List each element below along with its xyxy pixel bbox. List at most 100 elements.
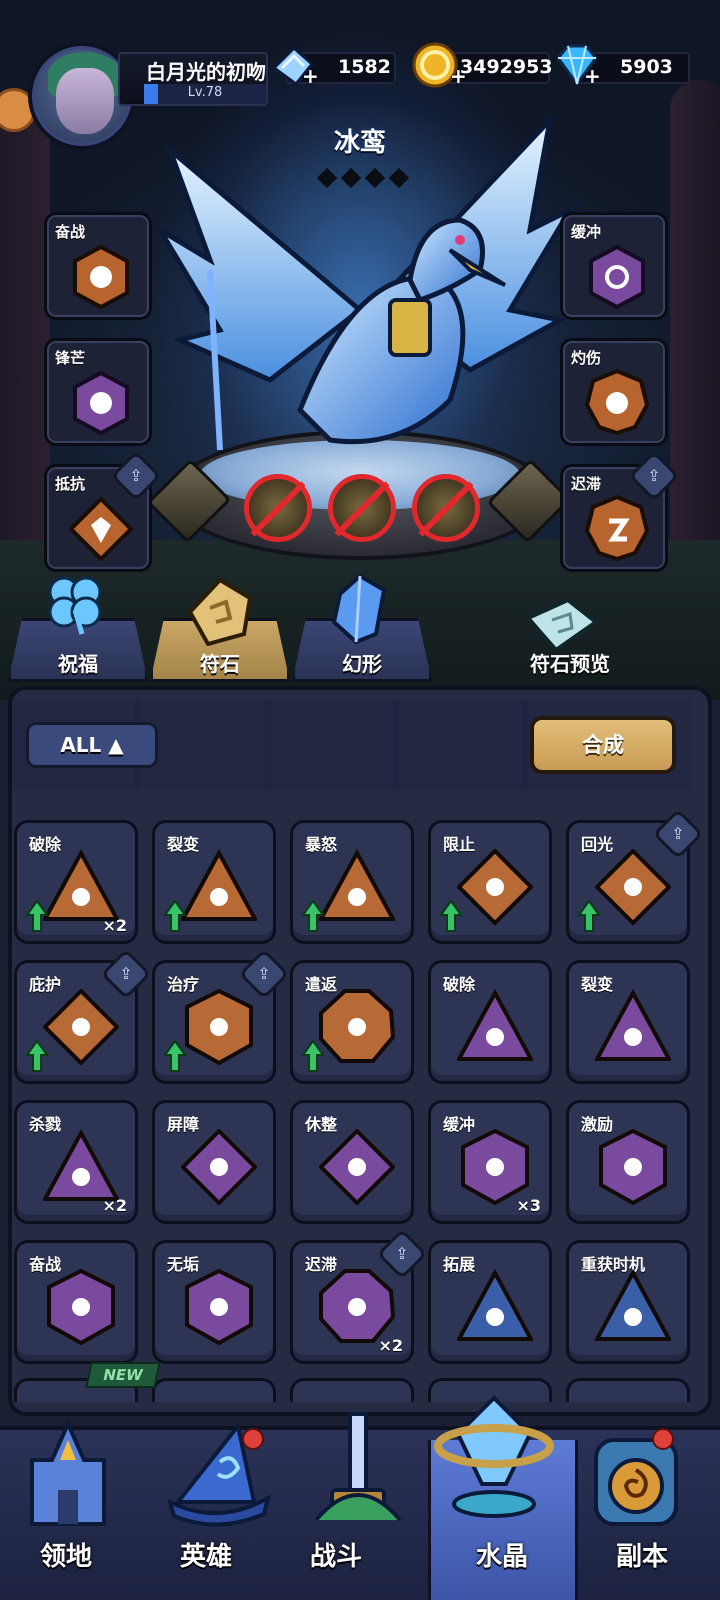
- filter-all-button[interactable]: ALL ▲: [26, 722, 158, 768]
- rune-cell[interactable]: 限止: [428, 820, 552, 944]
- buffer-rune-icon: [589, 245, 645, 309]
- star-icon: [340, 167, 362, 189]
- rune-slot-left-2[interactable]: 锋芒: [44, 338, 152, 446]
- rune-cell[interactable]: 裂变: [152, 820, 276, 944]
- upgrade-arrow-icon: [25, 1039, 49, 1072]
- rune-stone-icon: [187, 578, 253, 646]
- nav-dungeon-label: 副本: [615, 1542, 668, 1572]
- slot-label: 抵抗: [55, 475, 86, 493]
- avatar-face: [56, 68, 114, 134]
- rune-cell[interactable]: 奋战: [14, 1240, 138, 1364]
- rune-stone-icon: [461, 1129, 529, 1205]
- rune-cell-partial[interactable]: [152, 1378, 276, 1402]
- clover-icon: [48, 576, 102, 635]
- player-level: Lv.78: [187, 85, 223, 100]
- upgrade-arrow-icon: [577, 899, 601, 932]
- rune-stone-icon: [457, 989, 533, 1061]
- upgrade-arrow-icon: [439, 899, 463, 932]
- shield-rune-icon: [69, 497, 133, 561]
- rune-stone-icon: [599, 1129, 667, 1205]
- rune-stone-icon: [319, 1269, 395, 1343]
- locked-rune-socket-1[interactable]: [244, 474, 312, 542]
- locked-rune-socket-2[interactable]: [328, 474, 396, 542]
- star-icon: [316, 167, 338, 189]
- slot-label: 迟滞: [571, 475, 602, 493]
- rune-slot-right-1[interactable]: 缓冲: [560, 212, 668, 320]
- rune-stone-icon: [595, 1269, 671, 1341]
- rune-stone-icon: [185, 989, 253, 1065]
- rune-stone-icon: [319, 849, 395, 921]
- rune-stone-icon: [43, 989, 119, 1065]
- add-diamond-button[interactable]: +: [584, 66, 601, 86]
- rune-stone-icon: [457, 1269, 533, 1341]
- rune-cell[interactable]: 休整: [290, 1100, 414, 1224]
- star-icon: [364, 167, 386, 189]
- diamond-value: 5903: [620, 56, 673, 78]
- nav-heroes-label: 英雄: [179, 1542, 232, 1572]
- sword-icon[interactable]: [310, 1410, 406, 1530]
- fist-rune-icon: [73, 371, 129, 435]
- rune-slot-left-1[interactable]: 奋战: [44, 212, 152, 320]
- rune-cell[interactable]: 拓展: [428, 1240, 552, 1364]
- player-level-bar: Lv.78: [144, 84, 266, 104]
- rune-slot-right-2[interactable]: 灼伤: [560, 338, 668, 446]
- rune-cell[interactable]: 重获时机: [566, 1240, 690, 1364]
- crystal-icon[interactable]: [434, 1392, 554, 1520]
- synthesize-button[interactable]: 合成: [530, 716, 676, 774]
- rune-stone-icon: [457, 849, 533, 925]
- star-icon: [388, 167, 410, 189]
- fist-rune-icon: [73, 245, 129, 309]
- rune-cell-partial[interactable]: [566, 1378, 690, 1402]
- gold-value: 3492953: [460, 56, 553, 78]
- rune-count: ×2: [378, 1336, 403, 1355]
- rune-book-icon: [524, 597, 600, 653]
- tab-blessing-label: 祝福: [58, 652, 98, 676]
- rune-stone-icon: [181, 849, 257, 921]
- rune-cell[interactable]: 杀戮 ×2: [14, 1100, 138, 1224]
- hero-notification-dot: [242, 1428, 264, 1450]
- rune-stone-icon: [43, 849, 119, 921]
- upgrade-arrow-icon: [25, 899, 49, 932]
- rune-cell[interactable]: 破除 ×2: [14, 820, 138, 944]
- locked-rune-socket-3[interactable]: [412, 474, 480, 542]
- rune-stone-icon: [595, 849, 671, 925]
- ice-phoenix-hero-image[interactable]: [150, 110, 580, 490]
- ice-crystal-value: 1582: [338, 56, 391, 78]
- rune-count: ×2: [102, 1196, 127, 1215]
- rune-cell[interactable]: 遣返: [290, 960, 414, 1084]
- rune-stone-icon: [43, 1129, 119, 1201]
- rune-cell[interactable]: 缓冲 ×3: [428, 1100, 552, 1224]
- tab-transform-label: 幻形: [342, 652, 382, 676]
- rune-stone-icon: [47, 1269, 115, 1345]
- rune-stone-icon: [181, 1129, 257, 1205]
- nav-crystal-label: 水晶: [475, 1542, 528, 1572]
- burn-rune-icon: [585, 369, 649, 435]
- filter-all-label: ALL: [60, 733, 102, 757]
- add-ice-crystal-button[interactable]: +: [302, 66, 319, 86]
- upgrade-arrow-icon: [301, 1039, 325, 1072]
- rune-stone-icon: [595, 989, 671, 1061]
- rune-cell[interactable]: 屏障: [152, 1100, 276, 1224]
- rune-cell[interactable]: 裂变: [566, 960, 690, 1084]
- castle-icon[interactable]: [20, 1420, 116, 1530]
- upgrade-arrow-icon: [301, 899, 325, 932]
- triangle-up-icon: ▲: [108, 733, 124, 757]
- new-badge: NEW: [85, 1362, 161, 1388]
- rune-count: ×3: [516, 1196, 541, 1215]
- slot-label: 灼伤: [571, 349, 602, 367]
- rune-stone-icon: [319, 1129, 395, 1205]
- nav-territory-label: 领地: [39, 1542, 92, 1572]
- hero-name: 冰鸾: [333, 128, 386, 158]
- tab-rune-stone-label: 符石: [200, 652, 240, 676]
- rune-cell-partial[interactable]: [290, 1378, 414, 1402]
- delay-rune-icon: [585, 495, 649, 561]
- dungeon-notification-dot: [652, 1428, 674, 1450]
- rune-cell[interactable]: 破除: [428, 960, 552, 1084]
- rune-cell[interactable]: 暴怒: [290, 820, 414, 944]
- slot-label: 奋战: [55, 223, 86, 241]
- upgrade-arrow-icon: [163, 1039, 187, 1072]
- rune-cell[interactable]: 激励: [566, 1100, 690, 1224]
- rune-stone-icon: [319, 989, 395, 1063]
- rune-preview-button[interactable]: 符石预览: [490, 648, 650, 677]
- rune-cell[interactable]: 无垢: [152, 1240, 276, 1364]
